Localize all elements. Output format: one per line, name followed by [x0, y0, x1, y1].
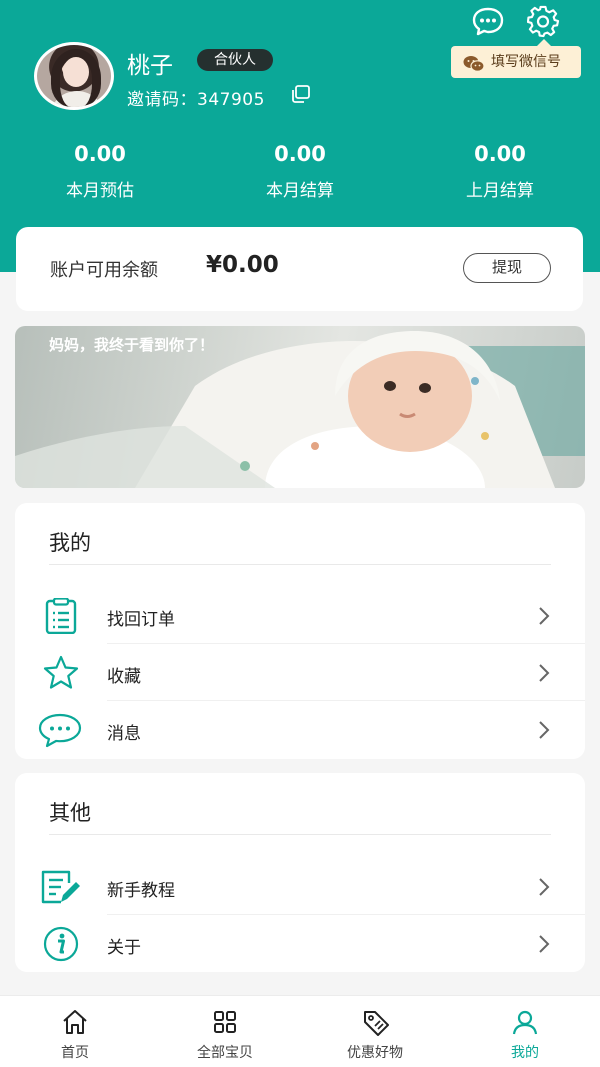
tab-label: 我的 [511, 1045, 539, 1061]
section-divider [49, 564, 551, 565]
other-section-title: 其他 [49, 801, 91, 825]
banner-caption: 妈妈，我终于看到你了！ [49, 336, 215, 354]
mine-section: 我的 找回订单 收藏 消息 [15, 503, 585, 759]
message-icon[interactable] [471, 6, 505, 40]
balance-label: 账户可用余额 [50, 260, 158, 281]
stat-last-month-settled: 0.00 上月结算 [400, 142, 600, 201]
tab-label: 首页 [61, 1045, 89, 1061]
menu-item-tutorial[interactable]: 新手教程 [15, 859, 585, 915]
avatar[interactable] [34, 42, 114, 110]
invite-code: 邀请码：347905 [127, 90, 265, 110]
wechat-icon [463, 53, 485, 85]
section-divider [49, 834, 551, 835]
chevron-right-icon [537, 720, 551, 744]
grid-icon [211, 1008, 239, 1040]
settings-gear-icon[interactable] [526, 5, 560, 42]
menu-item-messages[interactable]: 消息 [15, 702, 585, 758]
tab-home[interactable]: 首页 [0, 996, 150, 1067]
wechat-fill-tip[interactable]: 填写微信号 [451, 39, 581, 78]
tab-label: 全部宝贝 [197, 1045, 253, 1061]
stat-value: 0.00 [74, 142, 126, 166]
balance-card: 账户可用余额 ¥0.00 提现 [16, 227, 583, 311]
stat-label: 本月结算 [266, 181, 334, 201]
withdraw-button[interactable]: 提现 [463, 253, 551, 283]
tab-mine[interactable]: 我的 [450, 996, 600, 1067]
menu-item-label: 消息 [107, 724, 141, 744]
menu-item-label: 找回订单 [107, 610, 175, 630]
chat-bubble-icon [37, 712, 83, 752]
clipboard-icon [39, 597, 83, 638]
star-icon [39, 655, 83, 695]
bottom-tab-bar: 首页 全部宝贝 优惠好物 我的 [0, 995, 600, 1067]
stat-value: 0.00 [474, 142, 526, 166]
stat-month-settled: 0.00 本月结算 [200, 142, 400, 201]
tab-label: 优惠好物 [347, 1045, 403, 1061]
chevron-right-icon [537, 877, 551, 901]
mine-section-title: 我的 [49, 531, 91, 555]
menu-item-label: 收藏 [107, 667, 141, 687]
username: 桃子 [127, 53, 173, 79]
wechat-tip-label: 填写微信号 [491, 54, 561, 70]
menu-item-about[interactable]: 关于 [15, 916, 585, 972]
tag-icon [361, 1008, 391, 1042]
stat-value: 0.00 [274, 142, 326, 166]
other-section: 其他 新手教程 关于 [15, 773, 585, 972]
chevron-right-icon [537, 934, 551, 958]
copy-icon[interactable] [290, 84, 312, 108]
balance-amount: ¥0.00 [206, 252, 279, 278]
menu-item-favorites[interactable]: 收藏 [15, 645, 585, 701]
user-icon [511, 1008, 539, 1040]
tab-all-products[interactable]: 全部宝贝 [150, 996, 300, 1067]
info-icon [39, 926, 83, 966]
partner-badge: 合伙人 [197, 49, 273, 71]
stat-label: 本月预估 [66, 181, 134, 201]
promo-banner[interactable]: 妈妈，我终于看到你了！ [15, 326, 585, 488]
tab-deals[interactable]: 优惠好物 [300, 996, 450, 1067]
stat-month-estimate: 0.00 本月预估 [0, 142, 200, 201]
menu-item-retrieve-order[interactable]: 找回订单 [15, 588, 585, 644]
chevron-right-icon [537, 663, 551, 687]
stat-label: 上月结算 [466, 181, 534, 201]
menu-item-label: 新手教程 [107, 881, 175, 901]
chevron-right-icon [537, 606, 551, 630]
home-icon [61, 1008, 89, 1040]
edit-note-icon [39, 869, 83, 909]
menu-item-label: 关于 [107, 938, 141, 958]
